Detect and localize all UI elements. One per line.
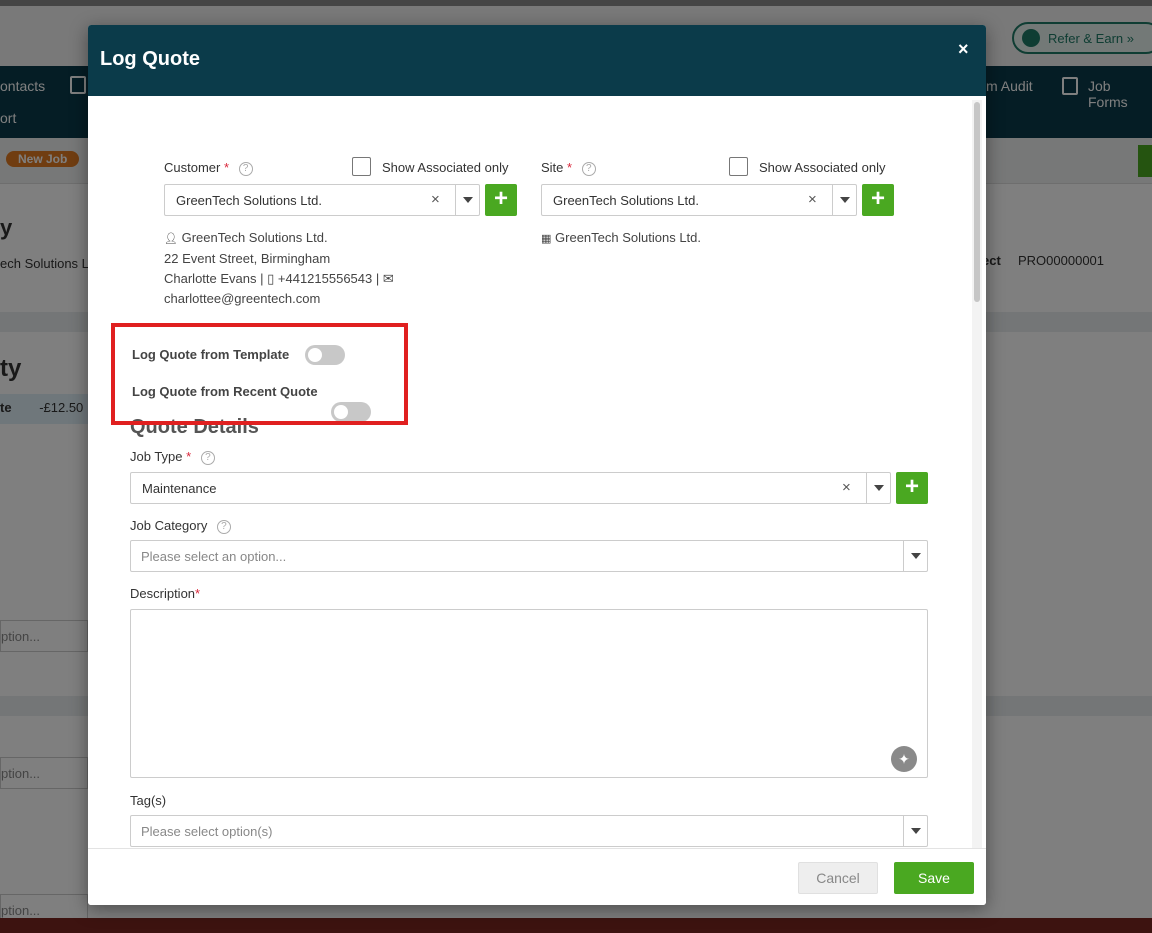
customer-select[interactable]: GreenTech Solutions Ltd. × (164, 184, 480, 216)
customer-show-associated-label: Show Associated only (382, 160, 509, 175)
description-textarea[interactable]: ✦ (130, 609, 928, 778)
customer-street: 22 Event Street, Birmingham (164, 251, 331, 266)
job-category-label: Job Category (130, 518, 208, 533)
cancel-button[interactable]: Cancel (798, 862, 878, 894)
job-category-select[interactable]: Please select an option... (130, 540, 928, 572)
job-category-placeholder: Please select an option... (141, 549, 287, 564)
tags-placeholder: Please select option(s) (141, 824, 273, 839)
site-address: ▦ GreenTech Solutions Ltd. (541, 228, 701, 249)
job-type-label-group: Job Type * ? (130, 449, 215, 465)
select-separator (866, 473, 867, 503)
chevron-down-icon[interactable] (911, 828, 921, 834)
site-label-group: Site * ? (541, 160, 596, 176)
highlight-box (111, 323, 408, 425)
log-quote-modal: Log Quote × Customer * ? Show Associated… (88, 25, 986, 905)
select-separator (455, 185, 456, 215)
clear-icon[interactable]: × (808, 191, 817, 208)
customer-address: 👤︎ GreenTech Solutions Ltd. 22 Event Str… (164, 228, 394, 309)
clear-icon[interactable]: × (842, 479, 851, 496)
job-type-label: Job Type (130, 449, 183, 464)
building-icon: ▦ (541, 233, 552, 245)
site-value: GreenTech Solutions Ltd. (553, 193, 699, 208)
customer-email[interactable]: charlottee@greentech.com (164, 289, 394, 309)
help-icon[interactable]: ? (238, 162, 253, 176)
job-type-value: Maintenance (142, 481, 217, 496)
close-icon[interactable]: × (958, 39, 969, 60)
customer-contact: Charlotte Evans (164, 271, 257, 286)
required-mark: * (195, 586, 201, 601)
required-mark: * (223, 160, 230, 175)
ai-sparkle-icon[interactable]: ✦ (891, 746, 917, 772)
modal-scrollbar[interactable] (972, 100, 982, 848)
phone-icon: ▯ (267, 271, 275, 286)
customer-name-line: 👤︎ GreenTech Solutions Ltd. (164, 228, 394, 249)
email-icon: ✉︎ (382, 271, 394, 286)
customer-phone: +441215556543 (277, 271, 373, 286)
chevron-down-icon[interactable] (463, 197, 473, 203)
scroll-thumb[interactable] (974, 102, 980, 302)
modal-header: Log Quote × (88, 25, 986, 96)
customer-label: Customer (164, 160, 221, 175)
description-label: Description (130, 586, 196, 601)
select-separator (903, 816, 904, 846)
save-button[interactable]: Save (894, 862, 974, 894)
site-address-name: GreenTech Solutions Ltd. (555, 230, 702, 245)
chevron-down-icon[interactable] (874, 485, 884, 491)
customer-contact-line: Charlotte Evans | ▯ +441215556543 | ✉︎ (164, 271, 394, 286)
job-type-select[interactable]: Maintenance × (130, 472, 891, 504)
modal-title: Log Quote (100, 48, 200, 70)
help-icon[interactable]: ? (581, 162, 596, 176)
add-customer-button[interactable]: + (485, 184, 517, 216)
customer-address-name: GreenTech Solutions Ltd. (181, 230, 328, 245)
modal-footer: Cancel Save (88, 848, 986, 905)
person-icon: 👤︎ (164, 233, 178, 245)
clear-icon[interactable]: × (431, 191, 440, 208)
select-separator (832, 185, 833, 215)
help-icon[interactable]: ? (216, 520, 231, 534)
site-show-associated-label: Show Associated only (759, 160, 886, 175)
site-select[interactable]: GreenTech Solutions Ltd. × (541, 184, 857, 216)
customer-label-group: Customer * ? (164, 160, 253, 176)
description-label-group: Description* (130, 586, 200, 601)
modal-body: Customer * ? Show Associated only GreenT… (88, 96, 986, 848)
select-separator (903, 541, 904, 571)
required-mark: * (567, 160, 573, 175)
job-category-label-group: Job Category ? (130, 518, 231, 534)
tags-label: Tag(s) (130, 793, 167, 808)
add-job-type-button[interactable]: + (896, 472, 928, 504)
tags-select[interactable]: Please select option(s) (130, 815, 928, 847)
customer-show-associated-checkbox[interactable] (352, 157, 371, 176)
required-mark: * (186, 449, 192, 464)
add-site-button[interactable]: + (862, 184, 894, 216)
customer-value: GreenTech Solutions Ltd. (176, 193, 322, 208)
site-label: Site (541, 160, 564, 175)
chevron-down-icon[interactable] (911, 553, 921, 559)
site-show-associated-checkbox[interactable] (729, 157, 748, 176)
help-icon[interactable]: ? (200, 451, 215, 465)
chevron-down-icon[interactable] (840, 197, 850, 203)
